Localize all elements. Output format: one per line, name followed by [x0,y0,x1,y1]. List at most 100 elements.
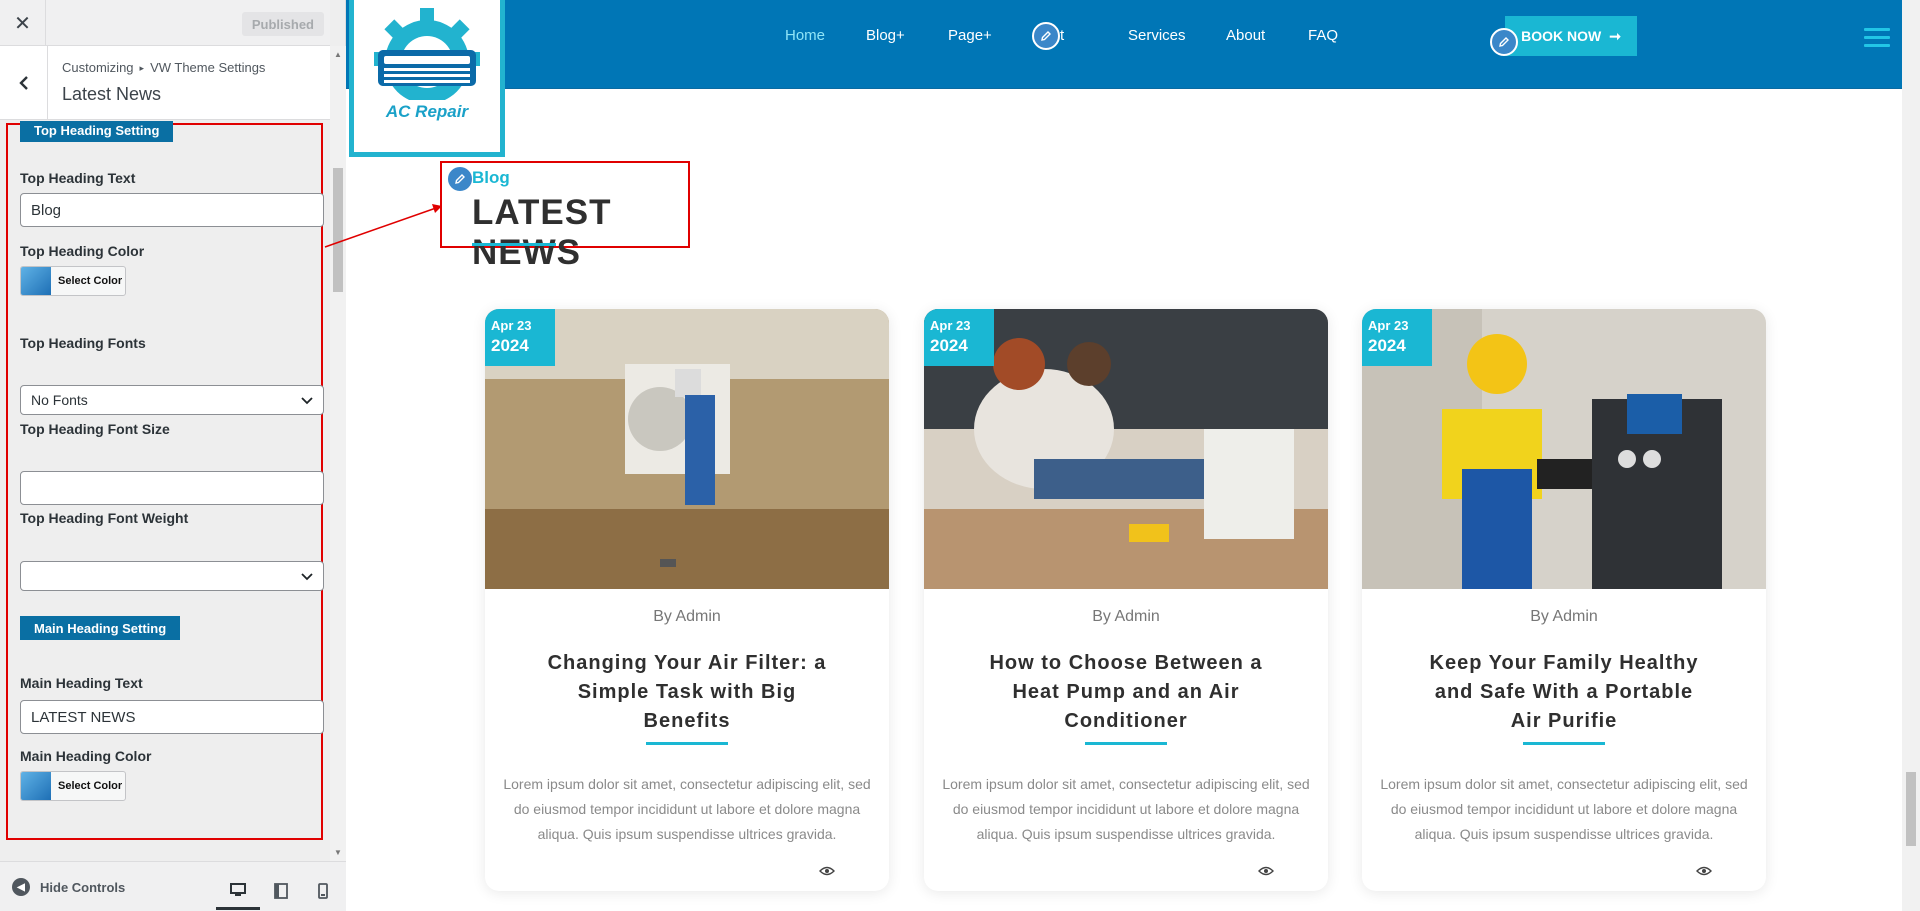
main-heading-text-label: Main Heading Text [20,675,143,691]
top-heading-text-input[interactable]: Blog [20,193,324,227]
post-card[interactable]: Apr 23 2024 By Admin Keep Your Family He… [1362,309,1766,891]
book-now-label: BOOK NOW [1521,28,1602,44]
section-header: Customizing ▸ VW Theme Settings Latest New… [0,46,330,120]
edit-pencil-icon[interactable] [1032,22,1060,50]
collapse-icon: ◀ [12,878,30,896]
top-heading-fonts-label: Top Heading Fonts [20,335,146,351]
top-heading-fonts-select[interactable]: No Fonts [20,385,324,415]
preview-scrollbar[interactable] [1902,0,1920,911]
tablet-icon [274,883,288,899]
scrollbar-thumb[interactable] [1906,772,1916,846]
eye-icon[interactable] [1258,865,1274,877]
site-preview: Home Blog+ Page+ tact Services About FAQ… [346,0,1920,911]
mobile-icon [318,883,328,899]
select-color-label: Select Color [58,780,123,792]
chevron-down-icon [301,573,313,581]
highlighted-controls-group: Top Heading Setting Top Heading Text Blo… [6,121,324,840]
post-date-md: Apr 23 [930,318,971,333]
post-date-year: 2024 [930,336,968,355]
scrollbar-thumb[interactable] [333,168,343,292]
title-underline [646,742,728,745]
logo-text: AC Repair [385,102,469,121]
top-heading-text-label: Top Heading Text [20,170,136,186]
top-heading-setting-badge: Top Heading Setting [20,121,174,142]
arrow-right-icon: ➞ [1609,27,1621,44]
top-heading-font-size-label: Top Heading Font Size [20,421,170,437]
post-title[interactable]: Keep Your Family Healthy and Safe With a… [1422,649,1706,736]
section-top-heading: Blog [472,168,510,187]
nav-about[interactable]: About [1226,27,1265,44]
highlighted-section-heading: Blog LATEST NEWS [440,161,690,272]
top-heading-font-weight-label: Top Heading Font Weight [20,510,189,526]
nav-blog[interactable]: Blog+ [866,27,905,44]
breadcrumb-item: VW Theme Settings [150,60,266,75]
site-logo[interactable]: AC Repair [349,0,505,157]
top-heading-font-weight-select[interactable] [20,561,324,591]
post-date-md: Apr 23 [1368,318,1409,333]
post-author: By Admin [653,608,721,625]
top-heading-font-size-input[interactable] [20,471,324,505]
select-value: No Fonts [31,392,88,408]
scroll-down-icon[interactable]: ▼ [334,848,342,857]
breadcrumb: Customizing ▸ VW Theme Settings [62,60,265,75]
preview-desktop-button[interactable] [216,872,260,910]
post-date-year: 2024 [1368,336,1406,355]
section-main-heading: LATEST NEWS [472,193,612,272]
post-author: By Admin [1092,608,1160,625]
post-date-badge: Apr 23 2024 [485,309,555,366]
published-button[interactable]: Published [241,12,324,36]
post-date-md: Apr 23 [491,318,532,333]
top-heading-color-picker[interactable]: Select Color [20,266,126,296]
customizer-sidebar: ✕ Published Customizing ▸ VW Theme Setting… [0,0,346,911]
menu-icon[interactable] [1864,28,1890,48]
section-title: Latest News [62,84,162,104]
nav-faq[interactable]: FAQ [1308,27,1338,44]
nav-home[interactable]: Home [785,27,825,44]
main-heading-setting-badge: Main Heading Setting [20,616,181,640]
post-author: By Admin [1530,608,1598,625]
nav-page[interactable]: Page+ [948,27,992,44]
nav-services[interactable]: Services [1128,27,1186,44]
close-customizer-button[interactable]: ✕ [0,0,46,46]
main-heading-color-picker[interactable]: Select Color [20,771,126,801]
ac-gear-logo-icon [374,8,480,100]
chevron-down-icon [301,397,313,405]
close-icon: ✕ [14,12,31,35]
edit-pencil-icon[interactable] [1490,28,1518,56]
back-button[interactable] [0,46,48,120]
edit-pencil-icon[interactable] [446,165,474,193]
controls-scroll-area: Top Heading Setting Top Heading Text Blo… [0,121,330,861]
preview-tablet-button[interactable] [259,872,303,910]
book-now-button[interactable]: BOOK NOW ➞ [1505,16,1637,56]
post-excerpt: Lorem ipsum dolor sit amet, consectetur … [503,776,871,842]
color-swatch [21,772,51,800]
post-card[interactable]: Apr 23 2024 By Admin How to Choose Betwe… [924,309,1328,891]
post-excerpt: Lorem ipsum dolor sit amet, consectetur … [1380,776,1748,842]
heading-underline [472,243,556,246]
title-underline [1523,742,1605,745]
post-excerpt: Lorem ipsum dolor sit amet, consectetur … [942,776,1310,842]
post-title[interactable]: Changing Your Air Filter: a Simple Task … [545,649,829,736]
hide-controls-button[interactable]: ◀ Hide Controls [12,878,125,896]
main-heading-color-label: Main Heading Color [20,748,152,764]
post-date-badge: Apr 23 2024 [924,309,994,366]
site-header: Home Blog+ Page+ tact Services About FAQ… [346,0,1902,89]
customizer-header-bar: ✕ Published [0,0,330,46]
customizer-footer: ◀ Hide Controls [0,861,346,911]
breadcrumb-item: Customizing [62,60,134,75]
eye-icon[interactable] [1696,865,1712,877]
eye-icon[interactable] [819,865,835,877]
color-swatch [21,267,51,295]
breadcrumb-separator: ▸ [139,63,145,73]
select-color-label: Select Color [58,275,123,287]
main-heading-text-input[interactable]: LATEST NEWS [20,700,324,734]
post-card[interactable]: Apr 23 2024 By Admin Changing Your Air F… [485,309,889,891]
post-date-year: 2024 [491,336,529,355]
sidebar-scrollbar[interactable]: ▲ ▼ [330,46,346,861]
post-title[interactable]: How to Choose Between a Heat Pump and an… [984,649,1268,736]
post-date-badge: Apr 23 2024 [1362,309,1432,366]
scroll-up-icon[interactable]: ▲ [334,50,342,59]
chevron-left-icon [18,76,28,90]
preview-mobile-button[interactable] [301,872,345,910]
top-heading-color-label: Top Heading Color [20,243,145,259]
